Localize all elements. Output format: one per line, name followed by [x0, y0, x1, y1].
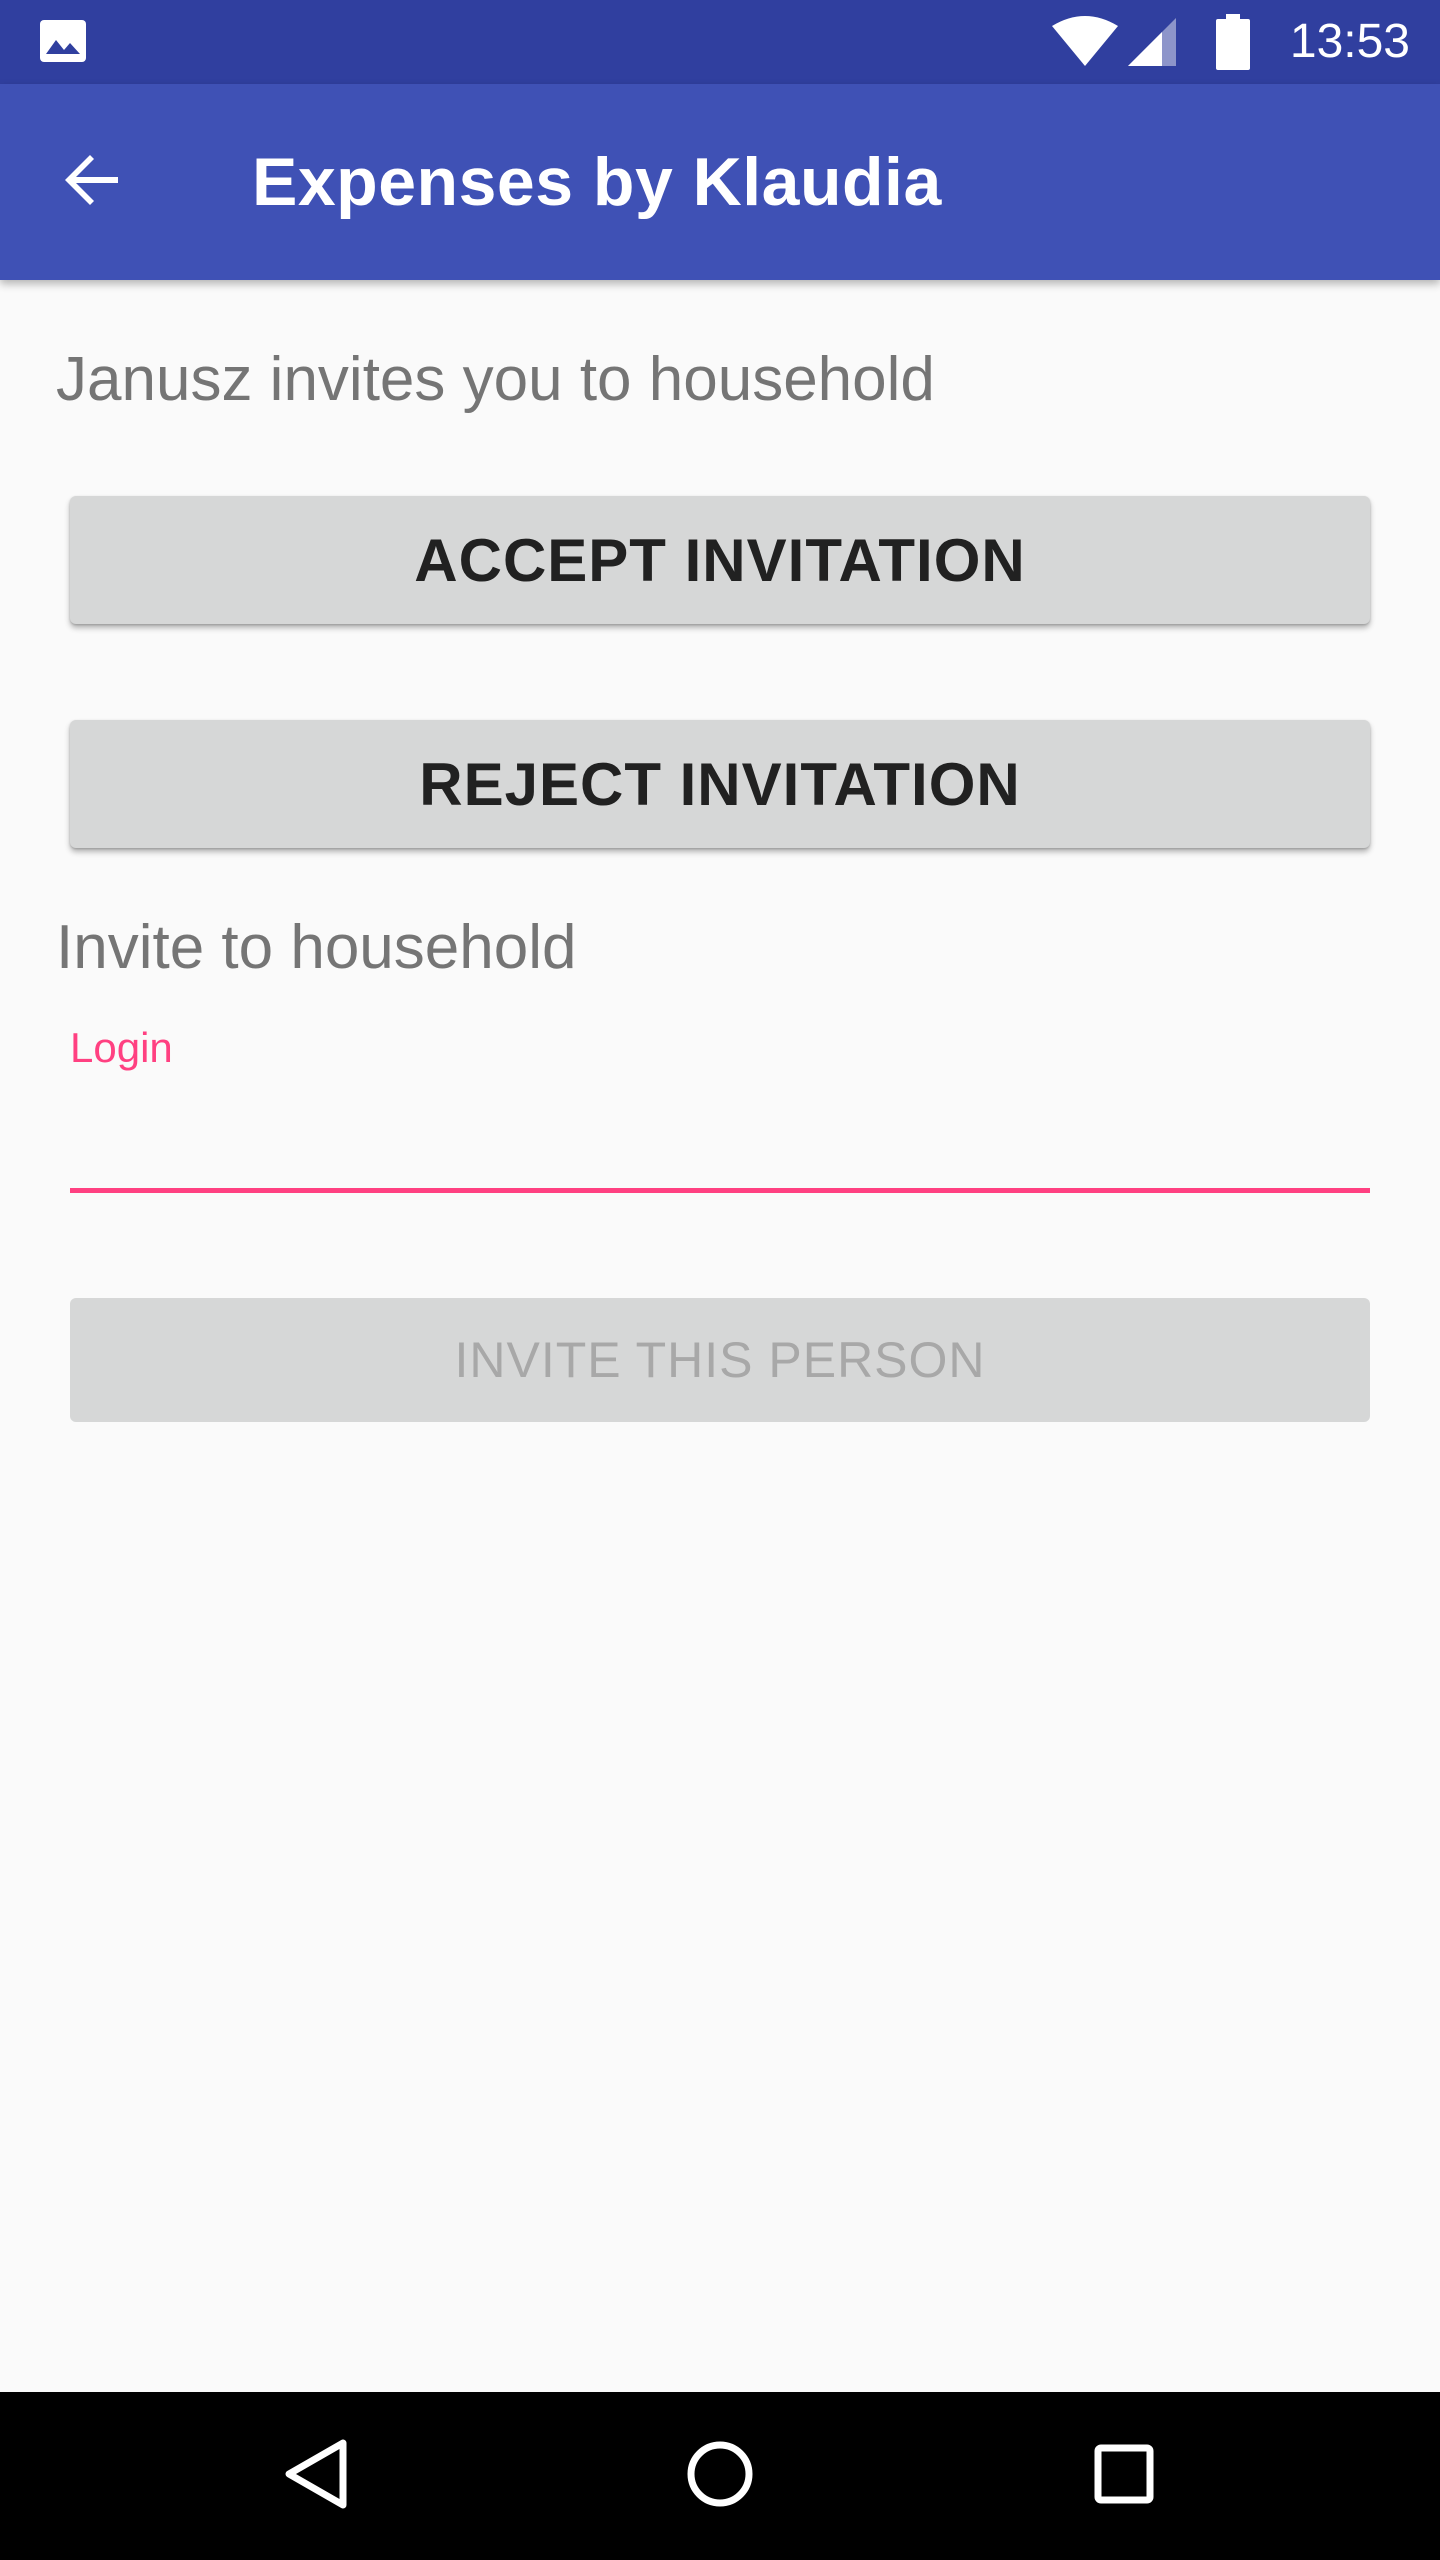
login-input[interactable]: [70, 1090, 1370, 1190]
nav-recents-button[interactable]: [1064, 2416, 1184, 2536]
nav-home-button[interactable]: [660, 2416, 780, 2536]
nav-back-icon: [281, 2437, 351, 2516]
app-bar: Expenses by Klaudia: [0, 84, 1440, 280]
accept-invitation-button[interactable]: ACCEPT INVITATION: [70, 496, 1370, 624]
invitation-message: Janusz invites you to household: [56, 345, 935, 414]
invite-section-heading: Invite to household: [56, 913, 577, 982]
back-button[interactable]: [40, 130, 144, 234]
nav-recents-icon: [1092, 2442, 1156, 2511]
battery-icon: [1216, 14, 1250, 70]
screen: 13:53 Expenses by Klaudia Janusz invites…: [0, 0, 1440, 2560]
cell-signal-icon: [1126, 16, 1178, 68]
invite-this-person-button[interactable]: INVITE THIS PERSON: [70, 1298, 1370, 1422]
status-bar: 13:53: [0, 0, 1440, 84]
nav-home-icon: [684, 2438, 756, 2515]
wifi-icon: [1050, 16, 1120, 68]
app-title: Expenses by Klaudia: [252, 144, 942, 220]
status-time: 13:53: [1289, 15, 1410, 68]
reject-invitation-button[interactable]: REJECT INVITATION: [70, 720, 1370, 848]
picture-notification-icon: [40, 20, 86, 62]
nav-back-button[interactable]: [256, 2416, 376, 2536]
arrow-back-icon: [60, 148, 124, 217]
login-field-label: Login: [70, 1024, 173, 1071]
login-input-underline: [70, 1188, 1370, 1193]
navigation-bar: [0, 2392, 1440, 2560]
